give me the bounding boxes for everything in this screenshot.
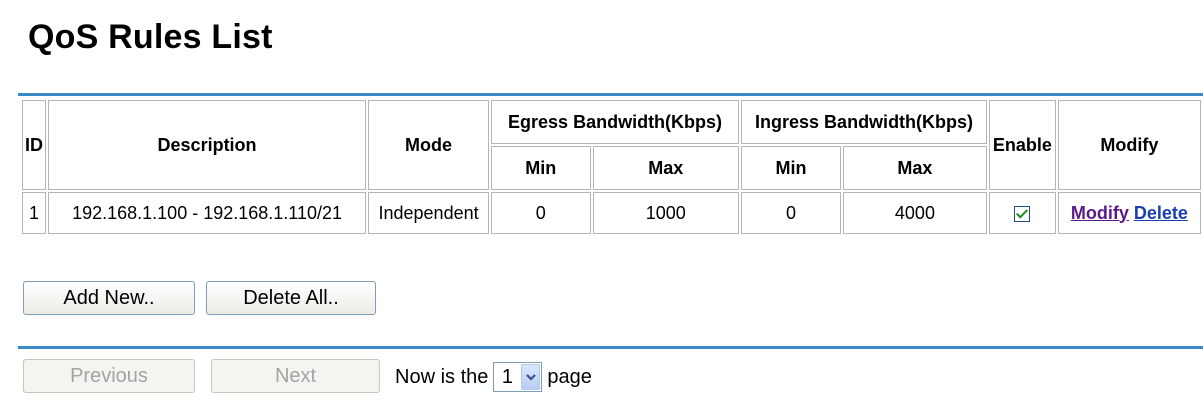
rule-modify-cell: Modify Delete: [1057, 192, 1201, 234]
modify-link[interactable]: Modify: [1071, 203, 1129, 223]
previous-button[interactable]: Previous: [23, 359, 195, 393]
delete-all-button[interactable]: Delete All..: [206, 281, 376, 315]
rule-ingress-min: 0: [741, 192, 841, 234]
header-ingress-max: Max: [842, 146, 987, 190]
pagination: Now is the 1 page: [395, 362, 592, 392]
header-ingress: Ingress Bandwidth(Kbps): [741, 100, 987, 144]
header-mode: Mode: [368, 100, 490, 190]
bottom-divider: [18, 346, 1203, 349]
enable-checkbox[interactable]: [1014, 205, 1031, 222]
pagination-prefix: Now is the: [395, 365, 489, 388]
rule-id: 1: [22, 192, 46, 234]
qos-rules-table: ID Description Mode Egress Bandwidth(Kbp…: [20, 98, 1203, 236]
rule-egress-min: 0: [491, 192, 591, 234]
rule-egress-max: 1000: [592, 192, 740, 234]
header-modify: Modify: [1057, 100, 1201, 190]
rule-mode: Independent: [368, 192, 490, 234]
page-select-value: 1: [501, 365, 513, 388]
add-new-button[interactable]: Add New..: [23, 281, 195, 315]
header-egress: Egress Bandwidth(Kbps): [491, 100, 740, 144]
header-enable: Enable: [989, 100, 1056, 190]
top-divider: [18, 93, 1203, 96]
header-egress-max: Max: [592, 146, 740, 190]
header-description: Description: [48, 100, 367, 190]
next-button[interactable]: Next: [211, 359, 380, 393]
page-title: QoS Rules List: [28, 18, 273, 56]
rule-description: 192.168.1.100 - 192.168.1.110/21: [48, 192, 367, 234]
header-egress-min: Min: [491, 146, 591, 190]
pagination-suffix: page: [547, 365, 592, 388]
header-ingress-min: Min: [741, 146, 841, 190]
table-header-row: ID Description Mode Egress Bandwidth(Kbp…: [22, 100, 1201, 190]
page-select[interactable]: 1: [493, 362, 543, 392]
delete-link[interactable]: Delete: [1134, 203, 1188, 223]
table-row: 1 192.168.1.100 - 192.168.1.110/21 Indep…: [22, 192, 1201, 234]
chevron-down-icon[interactable]: [521, 364, 541, 390]
rule-enable-cell: [989, 192, 1056, 234]
header-id: ID: [22, 100, 46, 190]
rule-ingress-max: 4000: [842, 192, 987, 234]
